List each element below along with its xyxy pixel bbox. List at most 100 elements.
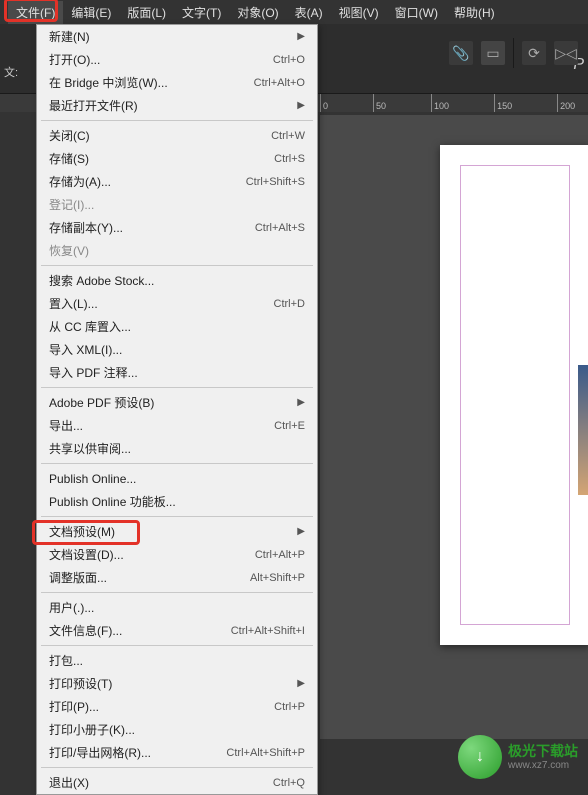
menu-item[interactable]: 退出(X) Ctrl+Q — [37, 771, 317, 794]
logo-url: www.xz7.com — [508, 760, 578, 771]
menu-item[interactable]: 新建(N) ▶ — [37, 25, 317, 48]
menu-item[interactable]: 用户(.)... — [37, 596, 317, 619]
menubar-item[interactable]: 文件(F) — [8, 1, 63, 24]
menubar-item[interactable]: 窗口(W) — [387, 1, 446, 24]
menu-item[interactable]: 导入 XML(I)... — [37, 338, 317, 361]
menu-item-label: 打印预设(T) — [49, 675, 289, 692]
menu-item[interactable]: 导出... Ctrl+E — [37, 414, 317, 437]
menu-item-label: 打印/导出网格(R)... — [49, 744, 206, 761]
color-icon[interactable]: ▭ — [481, 41, 505, 65]
menubar-item[interactable]: 编辑(E) — [63, 1, 119, 24]
menu-shortcut: Ctrl+Shift+S — [246, 176, 305, 188]
menu-item[interactable]: 在 Bridge 中浏览(W)... Ctrl+Alt+O — [37, 71, 317, 94]
menu-item[interactable]: 打开(O)... Ctrl+O — [37, 48, 317, 71]
menu-shortcut: Ctrl+S — [274, 153, 305, 165]
menu-item[interactable]: 最近打开文件(R) ▶ — [37, 94, 317, 117]
menu-item-label: 在 Bridge 中浏览(W)... — [49, 74, 234, 91]
menu-item-label: 导出... — [49, 417, 254, 434]
menubar-item[interactable]: 版面(L) — [119, 1, 174, 24]
rotate-icon[interactable]: ⟳ — [522, 41, 546, 65]
ruler-tick: 200 — [557, 94, 575, 112]
menu-item-label: Publish Online 功能板... — [49, 493, 305, 510]
menu-item[interactable]: 从 CC 库置入... — [37, 315, 317, 338]
menubar-item[interactable]: 帮助(H) — [446, 1, 503, 24]
menu-shortcut: Alt+Shift+P — [250, 572, 305, 584]
menu-item-label: 打开(O)... — [49, 51, 253, 68]
menu-item[interactable]: 关闭(C) Ctrl+W — [37, 124, 317, 147]
chevron-right-icon: ▶ — [297, 100, 305, 111]
canvas — [320, 115, 588, 739]
download-icon: ↓ — [458, 735, 502, 779]
menu-item[interactable]: 打包... — [37, 649, 317, 672]
menu-shortcut: Ctrl+Q — [273, 777, 305, 789]
menu-item-label: 导入 PDF 注释... — [49, 364, 305, 381]
menu-item-label: 搜索 Adobe Stock... — [49, 272, 305, 289]
page-margin-guide — [460, 165, 570, 625]
chevron-right-icon: ▶ — [297, 31, 305, 42]
menu-item[interactable]: 打印/导出网格(R)...Ctrl+Alt+Shift+P — [37, 741, 317, 764]
side-label: 文: — [4, 64, 18, 80]
menu-item-label: 退出(X) — [49, 774, 253, 791]
menu-item-label: 文档设置(D)... — [49, 546, 235, 563]
watermark-logo: ↓ 极光下载站 www.xz7.com — [458, 735, 578, 779]
menu-item[interactable]: 文档预设(M)▶ — [37, 520, 317, 543]
menu-shortcut: Ctrl+Alt+Shift+I — [231, 625, 305, 637]
menu-item[interactable]: 搜索 Adobe Stock... — [37, 269, 317, 292]
menu-item[interactable]: 打印(P)...Ctrl+P — [37, 695, 317, 718]
menu-item-label: Publish Online... — [49, 472, 305, 486]
menu-item[interactable]: 调整版面... Alt+Shift+P — [37, 566, 317, 589]
menu-separator — [41, 516, 313, 517]
menu-item[interactable]: 文件信息(F)...Ctrl+Alt+Shift+I — [37, 619, 317, 642]
menu-shortcut: Ctrl+Alt+O — [254, 77, 305, 89]
image-sliver — [578, 365, 588, 495]
menu-item[interactable]: 打印预设(T) ▶ — [37, 672, 317, 695]
flip-icon[interactable]: ▷◁ — [554, 41, 578, 65]
menu-item-label: 关闭(C) — [49, 127, 251, 144]
menu-item-label: 文档预设(M) — [49, 523, 289, 540]
file-menu-dropdown: 新建(N) ▶ 打开(O)... Ctrl+O 在 Bridge 中浏览(W)... Ct… — [36, 24, 318, 795]
menu-item[interactable]: Adobe PDF 预设(B)▶ — [37, 391, 317, 414]
menu-item[interactable]: 置入(L)...Ctrl+D — [37, 292, 317, 315]
menubar: 文件(F)编辑(E)版面(L)文字(T)对象(O)表(A)视图(V)窗口(W)帮… — [0, 0, 588, 24]
menu-item[interactable]: Publish Online... — [37, 467, 317, 490]
menu-shortcut: Ctrl+Alt+S — [255, 222, 305, 234]
toolbar-right: 📎 ▭ ⟳ ▷◁ — [449, 38, 578, 68]
menu-item-label: 用户(.)... — [49, 599, 305, 616]
menu-item[interactable]: 打印小册子(K)... — [37, 718, 317, 741]
menu-item-label: Adobe PDF 预设(B) — [49, 394, 289, 411]
menu-item[interactable]: 共享以供审阅... — [37, 437, 317, 460]
menu-item[interactable]: 存储(S)Ctrl+S — [37, 147, 317, 170]
menubar-item[interactable]: 文字(T) — [174, 1, 229, 24]
menubar-item[interactable]: 对象(O) — [229, 1, 286, 24]
chevron-right-icon: ▶ — [297, 678, 305, 689]
menu-item-label: 打印小册子(K)... — [49, 721, 305, 738]
logo-title: 极光下载站 — [508, 743, 578, 760]
menu-item[interactable]: 文档设置(D)... Ctrl+Alt+P — [37, 543, 317, 566]
ruler-tick: 100 — [431, 94, 449, 112]
ruler-tick: 50 — [373, 94, 386, 112]
menu-separator — [41, 265, 313, 266]
ruler-tick: 0 — [320, 94, 328, 112]
menu-item-label: 最近打开文件(R) — [49, 97, 289, 114]
menu-item-label: 共享以供审阅... — [49, 440, 305, 457]
menu-separator — [41, 645, 313, 646]
menu-item[interactable]: 存储为(A)...Ctrl+Shift+S — [37, 170, 317, 193]
menu-item: 登记(I)... — [37, 193, 317, 216]
menu-shortcut: Ctrl+Alt+P — [255, 549, 305, 561]
menu-item-label: 导入 XML(I)... — [49, 341, 305, 358]
menu-item[interactable]: 导入 PDF 注释... — [37, 361, 317, 384]
menu-item[interactable]: Publish Online 功能板... — [37, 490, 317, 513]
attach-icon[interactable]: 📎 — [449, 41, 473, 65]
menu-item-label: 打包... — [49, 652, 305, 669]
menu-item-label: 调整版面... — [49, 569, 230, 586]
menu-item-label: 新建(N) — [49, 28, 289, 45]
menu-shortcut: Ctrl+O — [273, 54, 305, 66]
menu-item: 恢复(V) — [37, 239, 317, 262]
document-page[interactable] — [440, 145, 588, 645]
menu-item[interactable]: 存储副本(Y)...Ctrl+Alt+S — [37, 216, 317, 239]
menubar-item[interactable]: 视图(V) — [331, 1, 387, 24]
menu-separator — [41, 767, 313, 768]
menu-shortcut: Ctrl+W — [271, 130, 305, 142]
menu-shortcut: Ctrl+E — [274, 420, 305, 432]
menubar-item[interactable]: 表(A) — [287, 1, 331, 24]
